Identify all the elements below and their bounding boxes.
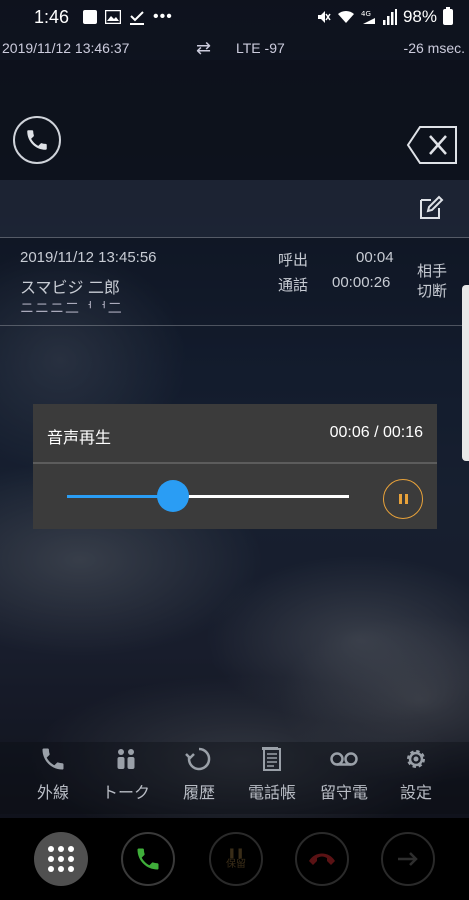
battery-icon [443,7,453,25]
dialpad-icon [48,846,74,872]
latency: -26 msec. [403,40,465,56]
audio-player-title: 音声再生 [47,428,112,447]
talk-icon [117,749,135,769]
network-signal: LTE -97 [236,40,285,56]
pause-icon [398,494,408,504]
hold-label: 保留 [226,859,246,870]
tab-talk[interactable]: トーク [91,742,161,814]
gallery-icon [83,10,98,24]
tab-label: 設定 [399,783,432,802]
tab-voicemail[interactable]: 留守電 [309,742,379,814]
call-action-bar: ❚❚ 保留 [0,818,469,900]
audio-player-header: 音声再生 00:06 / 00:16 [33,404,437,464]
4g-signal-icon: 4G [361,10,375,24]
status-time: 1:46 [34,6,70,27]
history-entry[interactable]: 2019/11/12 13:45:56 スマビジ 二郎 ニニニ二ᅥᅥ二 呼出 0… [0,240,469,326]
tab-phonebook[interactable]: 電話帳 [237,742,307,814]
phone-icon [27,130,47,150]
history-datetime: 2019/11/12 13:45:56 [20,249,157,266]
connection-info-bar: 2019/11/12 13:46:37 ⇄ LTE -97 -26 msec. [0,36,469,60]
history-icon [185,747,211,771]
talk-time: 00:00:26 [332,274,391,291]
call-mode-button[interactable] [13,116,61,164]
call-button[interactable] [121,832,175,886]
caller-name: スマビジ 二郎 [20,280,120,297]
tab-bar: 外線 トーク 履歴 電話帳 留守電 設定 [0,742,469,814]
history-header [0,180,469,238]
signal-icon [382,9,397,25]
voicemail-icon [330,752,358,766]
image-icon [105,10,122,24]
notification-icons: ••• [83,8,173,26]
talk-label: 通話 [278,277,309,294]
hangup-button[interactable] [295,832,349,886]
mute-icon [317,11,331,23]
status-bar: 1:46 ••• 4G 98% [0,0,469,34]
phonebook-icon [262,747,281,771]
audio-player-dialog: 音声再生 00:06 / 00:16 [33,404,437,529]
tab-settings[interactable]: 設定 [381,742,451,814]
backspace-icon [406,126,457,164]
tab-label: 電話帳 [247,783,296,802]
tab-label: 外線 [36,783,69,802]
gear-icon [407,750,425,768]
tab-label: 履歴 [182,783,215,802]
wifi-icon [337,10,354,23]
more-icon: ••• [153,8,173,25]
tab-label: 留守電 [319,783,368,802]
ring-time: 00:04 [356,249,394,266]
seek-bar-thumb[interactable] [156,480,189,512]
download-icon [130,10,145,25]
phone-icon [42,748,64,770]
dial-display-area [0,60,469,180]
edit-button[interactable] [417,194,445,222]
edit-icon [420,195,444,219]
side-panel-handle[interactable] [462,285,469,461]
dialpad-button[interactable] [34,832,88,886]
tab-history[interactable]: 履歴 [164,742,234,814]
pause-button[interactable] [383,479,423,519]
seek-bar[interactable] [67,480,349,512]
backspace-button[interactable] [406,125,458,165]
transfer-icon [398,852,418,866]
phone-icon [137,848,159,870]
hangup-icon [309,853,335,865]
svg-text:4G: 4G [361,10,371,18]
hold-icon: ❚❚ 保留 [226,848,246,870]
ring-label: 呼出 [278,252,309,269]
transfer-button[interactable] [381,832,435,886]
current-datetime: 2019/11/12 13:46:37 [2,40,130,56]
end-reason: 相手切断 [417,263,448,300]
tab-outside-line[interactable]: 外線 [18,742,88,814]
playback-time: 00:06 / 00:16 [329,424,423,441]
battery-percent: 98% [402,7,437,26]
tab-label: トーク [101,783,150,802]
hold-button[interactable]: ❚❚ 保留 [209,832,263,886]
transfer-icon: ⇄ [196,37,212,58]
caller-number: ニニニ二ᅥᅥ二 [20,300,123,316]
